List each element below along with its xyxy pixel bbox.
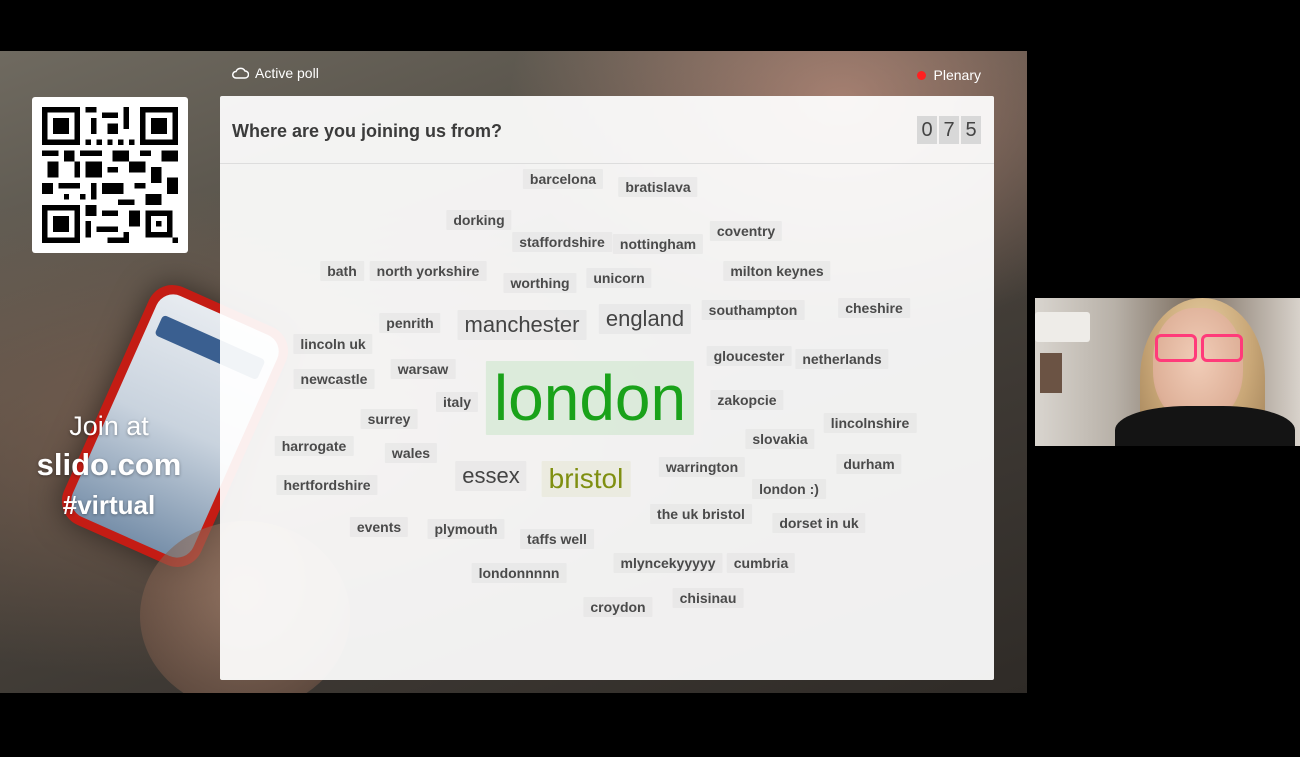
qr-code-icon [42, 107, 178, 243]
word-cloud-item: croydon [583, 597, 653, 617]
join-url-text: slido.com [36, 447, 182, 482]
word-cloud-item: north yorkshire [369, 261, 487, 281]
room-label: Plenary [933, 67, 981, 83]
word-cloud-item: netherlands [795, 349, 889, 369]
word-cloud-item: harrogate [274, 436, 354, 456]
word-cloud-item: staffordshire [512, 232, 612, 252]
response-counter: 0 7 5 [917, 116, 981, 144]
word-cloud-item: warsaw [390, 359, 456, 379]
word-cloud-item: warrington [658, 457, 746, 477]
word-cloud-item: durham [836, 454, 902, 474]
active-poll-indicator: Active poll [232, 65, 319, 81]
word-cloud-item: cumbria [726, 553, 796, 573]
word-cloud-item: bristol [541, 461, 631, 497]
counter-digit: 7 [939, 116, 959, 144]
participant-video [1035, 298, 1300, 446]
word-cloud-item: nottingham [612, 234, 704, 254]
counter-digit: 5 [961, 116, 981, 144]
word-cloud-item: dorset in uk [772, 513, 866, 533]
word-cloud-item: worthing [503, 273, 577, 293]
word-cloud-item: lincoln uk [293, 334, 373, 354]
word-cloud-item: the uk bristol [650, 504, 752, 524]
word-cloud-item: surrey [360, 409, 418, 429]
poll-card: Where are you joining us from? 0 7 5 bar… [220, 96, 994, 680]
word-cloud-item: wales [384, 443, 438, 463]
live-dot-icon [916, 70, 926, 80]
word-cloud-item-top: london [485, 361, 695, 435]
word-cloud-item: hertfordshire [276, 475, 378, 495]
word-cloud: barcelona bratislava dorking staffordshi… [220, 163, 994, 680]
word-cloud-item: bratislava [618, 177, 698, 197]
word-cloud-item: lincolnshire [823, 413, 917, 433]
word-cloud-item: chisinau [672, 588, 744, 608]
word-cloud-item: italy [435, 392, 479, 412]
word-cloud-item: plymouth [427, 519, 505, 539]
poll-question: Where are you joining us from? [232, 121, 503, 141]
word-cloud-item: gloucester [706, 346, 792, 366]
word-cloud-item: events [349, 517, 409, 537]
word-cloud-item: mlyncekyyyyy [613, 553, 723, 573]
word-cloud-item: england [598, 304, 692, 334]
word-cloud-item: bath [320, 261, 364, 281]
poll-header: Where are you joining us from? 0 7 5 [220, 96, 994, 164]
join-at-text: Join at [69, 411, 149, 441]
word-cloud-item: coventry [709, 221, 783, 241]
presentation-slide: Join at slido.com #virtual Active poll P… [0, 51, 1027, 693]
word-cloud-item: manchester [457, 310, 587, 340]
word-cloud-item: london :) [752, 479, 826, 499]
room-indicator: Plenary [916, 67, 981, 83]
word-cloud-item: barcelona [522, 169, 604, 189]
word-cloud-item: slovakia [745, 429, 815, 449]
join-instructions: Join at slido.com #virtual [0, 409, 218, 523]
word-cloud-item: unicorn [586, 268, 652, 288]
cloud-icon [232, 67, 249, 79]
word-cloud-item: taffs well [520, 529, 594, 549]
qr-code-card [32, 97, 188, 253]
word-cloud-item: londonnnnn [471, 563, 567, 583]
counter-digit: 0 [917, 116, 937, 144]
word-cloud-item: milton keynes [723, 261, 831, 281]
word-cloud-item: newcastle [293, 369, 375, 389]
active-poll-label: Active poll [255, 65, 319, 81]
word-cloud-item: southampton [701, 300, 805, 320]
event-code-text: #virtual [62, 490, 156, 520]
word-cloud-item: penrith [379, 313, 441, 333]
word-cloud-item: dorking [446, 210, 512, 230]
word-cloud-item: cheshire [838, 298, 910, 318]
word-cloud-item: zakopcie [710, 390, 784, 410]
word-cloud-item: essex [455, 461, 527, 491]
